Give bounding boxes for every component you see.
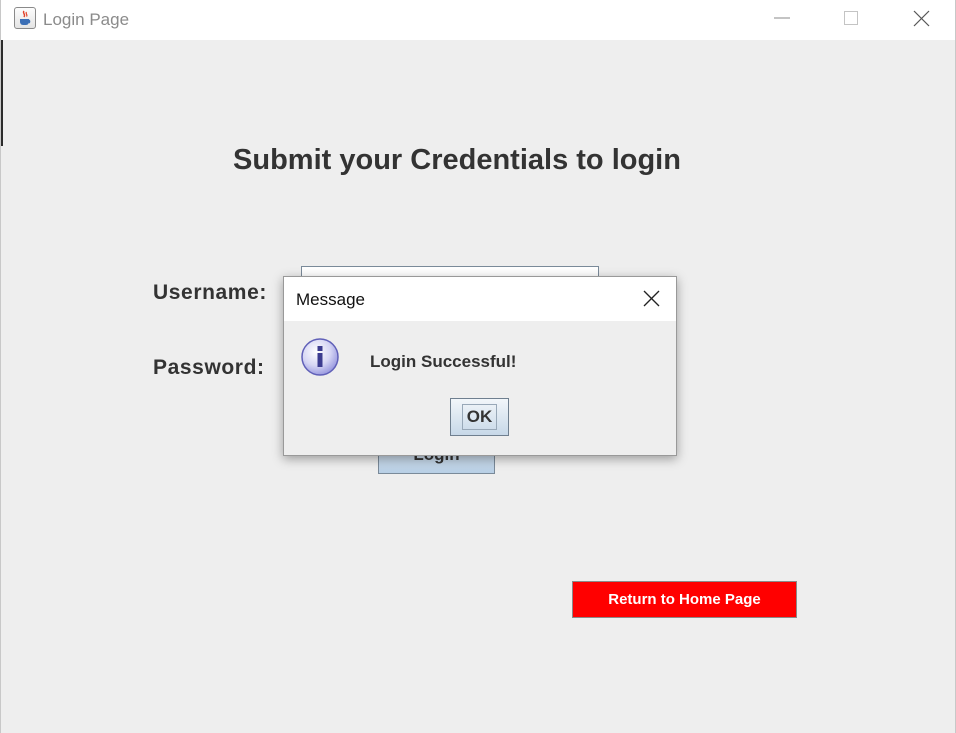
username-label: Username:: [153, 281, 267, 304]
maximize-button[interactable]: [827, 0, 873, 36]
dialog-message: Login Successful!: [370, 352, 517, 371]
close-icon: [643, 290, 660, 307]
minimize-icon: [774, 17, 790, 19]
java-cup-icon: [14, 7, 36, 29]
window-title: Login Page: [43, 10, 130, 29]
return-home-button[interactable]: Return to Home Page: [572, 581, 797, 618]
ok-button-label: OK: [461, 404, 498, 430]
maximize-icon: [844, 11, 858, 25]
page-heading: Submit your Credentials to login: [233, 144, 681, 176]
title-bar[interactable]: Login Page: [1, 0, 955, 40]
ok-button[interactable]: OK: [450, 398, 509, 436]
password-label: Password:: [153, 356, 265, 379]
dialog-title: Message: [296, 290, 365, 309]
close-button[interactable]: [898, 0, 944, 36]
close-icon: [913, 10, 930, 27]
dialog-close-button[interactable]: [634, 287, 668, 311]
minimize-button[interactable]: [759, 0, 805, 36]
message-dialog: Message Login Successful! OK: [283, 276, 677, 456]
info-icon: [300, 337, 340, 377]
dialog-title-bar[interactable]: Message: [284, 277, 676, 321]
login-window: Login Page Submit your Credentials to lo…: [0, 0, 956, 733]
